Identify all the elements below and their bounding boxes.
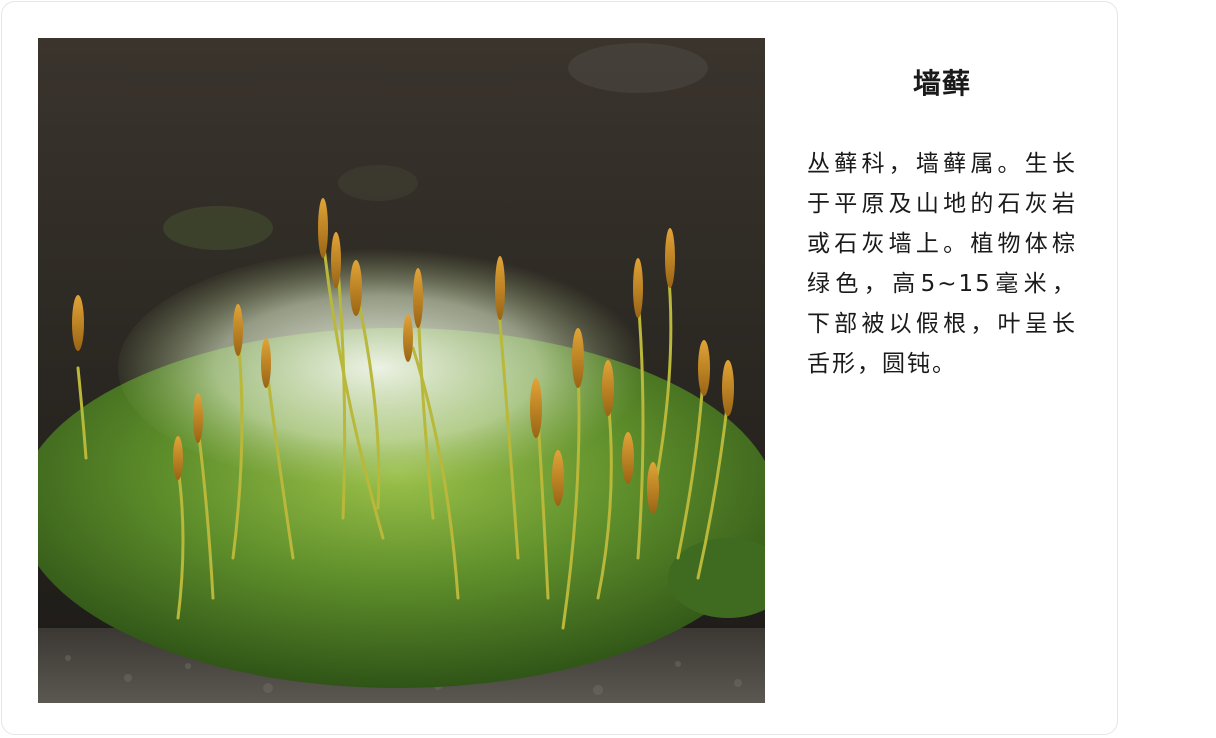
- plant-description: 丛藓科，墙藓属。生长于平原及山地的石灰岩或石灰墙上。植物体棕绿色，高5~15毫米…: [807, 151, 1077, 377]
- plant-card: 墙藓 丛藓科，墙藓属。生长于平原及山地的石灰岩或石灰墙上。植物体棕绿色，高5~1…: [1, 1, 1118, 735]
- plant-title: 墙藓: [912, 67, 971, 100]
- moss-photo: [38, 38, 765, 703]
